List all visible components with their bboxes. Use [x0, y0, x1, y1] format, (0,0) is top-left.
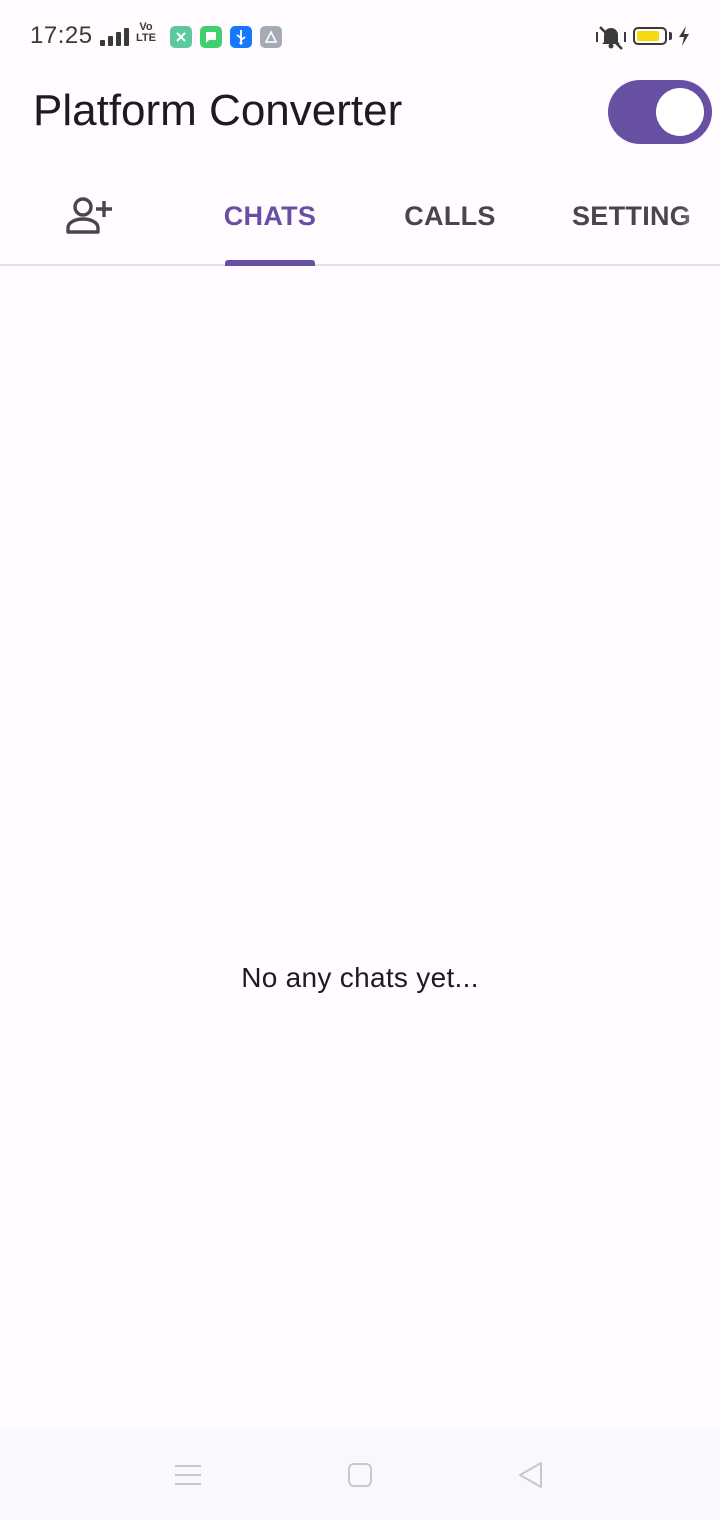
charging-icon: [679, 26, 689, 46]
tab-add-contact[interactable]: [0, 170, 180, 262]
tab-calls[interactable]: CALLS: [360, 170, 540, 262]
usb-icon: [230, 26, 252, 48]
status-time: 17:25: [30, 22, 93, 49]
battery-icon: [633, 27, 667, 45]
app-title: Platform Converter: [33, 86, 403, 135]
signal-icon: [100, 28, 129, 46]
message-icon: [200, 26, 222, 48]
app-bar: Platform Converter: [0, 72, 720, 152]
volte-bottom-label: LTE: [136, 32, 156, 44]
system-nav-bar: [0, 1428, 720, 1520]
empty-chats-message: No any chats yet...: [241, 962, 479, 993]
tab-bar: CHATS CALLS SETTING: [0, 170, 720, 266]
menu-icon[interactable]: [171, 1458, 205, 1492]
app-icon-gray: [260, 26, 282, 48]
battery-level: [637, 31, 659, 41]
tab-chats[interactable]: CHATS: [180, 170, 360, 262]
home-icon[interactable]: [343, 1458, 377, 1492]
vibrate-off-icon: [596, 26, 626, 50]
app-icon-green: [170, 26, 192, 48]
status-bar: 17:25 Vo LTE: [0, 0, 720, 72]
tab-overflow-fade: [680, 170, 720, 262]
active-tab-indicator: [225, 260, 315, 266]
person-add-icon: [66, 197, 112, 234]
switch-thumb[interactable]: [656, 88, 704, 136]
battery-tip: [669, 32, 672, 40]
back-icon[interactable]: [514, 1458, 548, 1492]
volte-indicator: Vo LTE: [136, 22, 156, 44]
platform-toggle-switch[interactable]: [608, 80, 712, 144]
